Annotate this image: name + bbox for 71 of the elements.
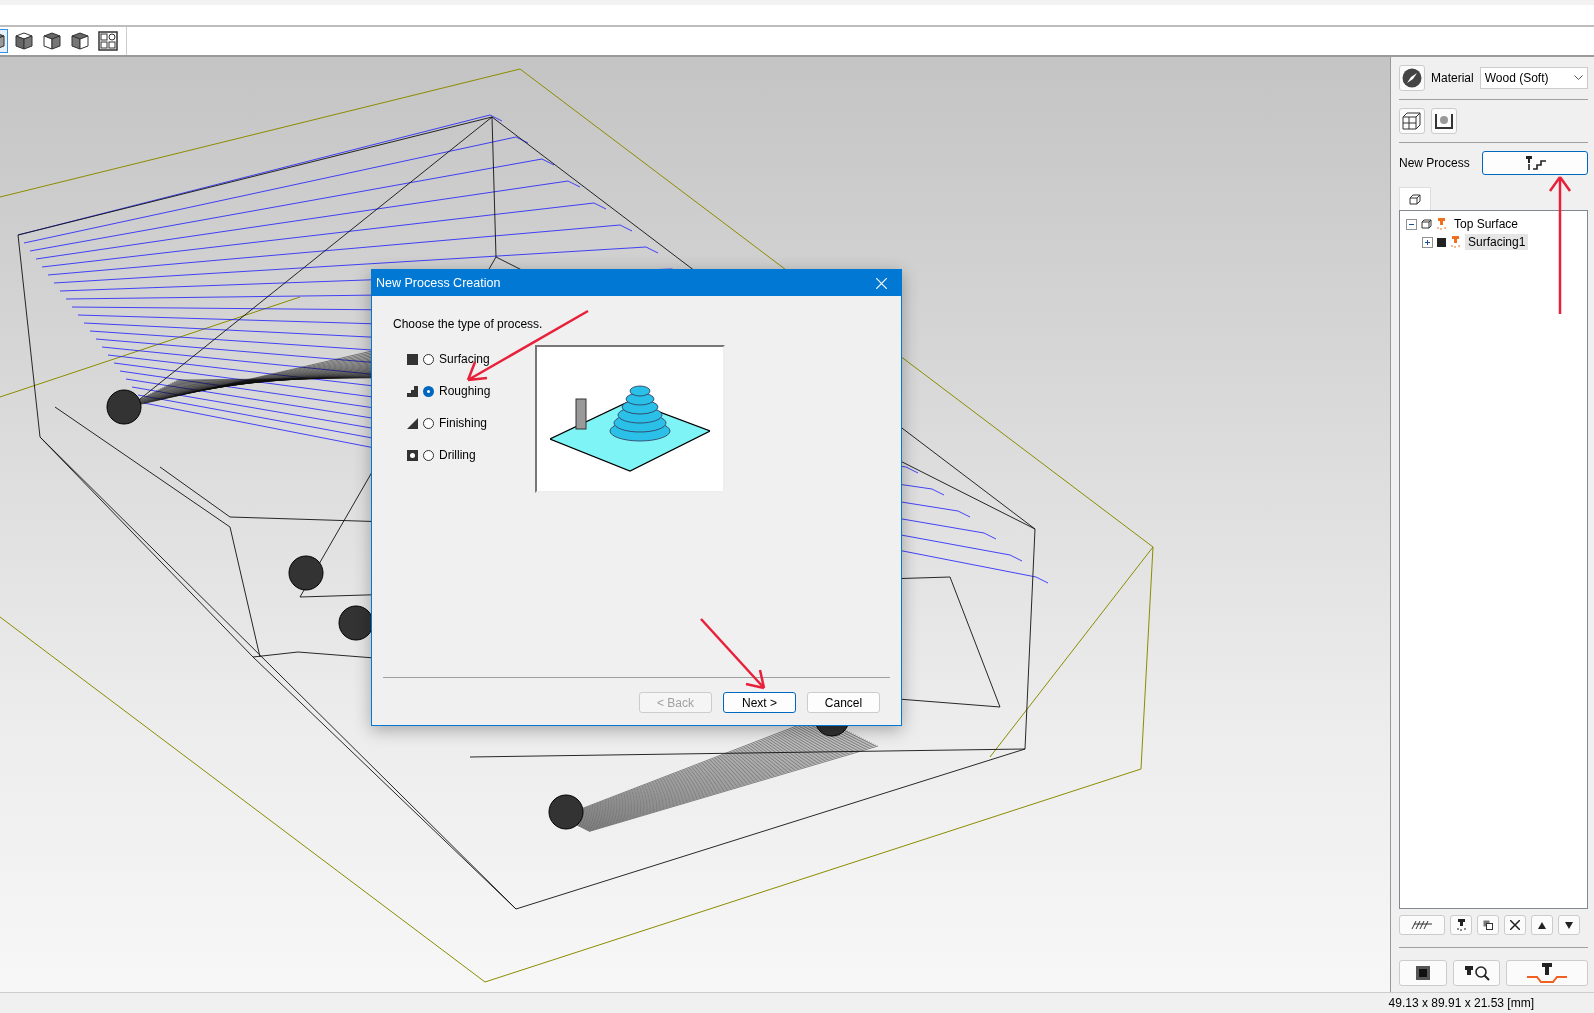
dialog-button[interactable]: Cancel — [807, 692, 880, 713]
radio-button[interactable] — [423, 385, 434, 397]
close-icon — [1510, 920, 1520, 930]
radio-button[interactable] — [423, 449, 434, 461]
option-label[interactable]: Roughing — [439, 384, 491, 398]
delete-button[interactable] — [1504, 915, 1526, 935]
drilling-icon — [407, 449, 418, 461]
tree-expander[interactable] — [1422, 236, 1433, 248]
square-icon — [1437, 237, 1446, 247]
tree-item[interactable]: Top Surface — [1451, 216, 1522, 232]
copy-icon — [1483, 920, 1493, 930]
move-up-button[interactable] — [1531, 915, 1553, 935]
move-down-button[interactable] — [1558, 915, 1580, 935]
option-label[interactable]: Drilling — [439, 448, 476, 462]
tool-icon — [1455, 919, 1467, 931]
material-label: Material — [1431, 71, 1474, 85]
toolpath-button[interactable] — [1399, 915, 1445, 935]
view-button[interactable] — [96, 29, 120, 53]
tool-check-button[interactable] — [1450, 915, 1472, 935]
stock-view-button[interactable] — [1399, 960, 1447, 986]
annotation-arrow — [700, 618, 766, 690]
square-icon — [1415, 966, 1430, 980]
tool-magnifier-icon — [1463, 965, 1490, 981]
cube-icon — [42, 31, 62, 51]
dialog-title: New Process Creation — [376, 276, 501, 290]
view-button[interactable] — [40, 29, 64, 53]
finishing-icon — [407, 417, 418, 429]
stock-button[interactable] — [1399, 108, 1425, 134]
model-button[interactable] — [1431, 108, 1457, 134]
material-button[interactable] — [1399, 65, 1425, 91]
sphere-drawing — [288, 555, 324, 591]
hatch-icon — [1411, 920, 1433, 930]
surfacing-icon — [407, 353, 418, 365]
material-select[interactable]: Wood (Soft) — [1479, 67, 1588, 89]
chevron-down-icon — [1574, 75, 1583, 81]
option-label[interactable]: Surfacing — [439, 352, 490, 366]
sphere-drawing — [338, 605, 374, 641]
tool-cutting-icon — [1527, 963, 1568, 983]
dialog-prompt: Choose the type of process. — [393, 317, 544, 331]
triangle-down-icon — [1565, 921, 1573, 929]
view-button[interactable] — [68, 29, 92, 53]
tool-icon — [1436, 218, 1447, 230]
sphere-drawing — [106, 389, 142, 425]
triangle-up-icon — [1538, 921, 1546, 929]
cube-icon — [14, 31, 34, 51]
plus-icon — [1423, 237, 1432, 247]
compass-icon — [1402, 68, 1422, 88]
new-process-label: New Process — [1399, 156, 1470, 170]
view-layout-icon — [98, 31, 118, 51]
tree-item[interactable]: Surfacing1 — [1465, 234, 1529, 250]
copy-button[interactable] — [1477, 915, 1499, 935]
radio-button[interactable] — [423, 417, 434, 429]
tool-icon — [1450, 236, 1461, 248]
roughing-icon — [407, 385, 418, 397]
tree-tab[interactable] — [1399, 187, 1431, 210]
tool-search-button[interactable] — [1452, 960, 1501, 986]
option-label[interactable]: Finishing — [439, 416, 488, 430]
dimensions-readout: 49.13 x 89.91 x 21.53 [mm] — [1388, 996, 1534, 1010]
simulate-button[interactable] — [1506, 960, 1588, 986]
cube-icon — [1409, 193, 1421, 205]
dialog-button[interactable]: Next > — [723, 692, 796, 713]
sphere-in-tray-icon — [1435, 113, 1453, 129]
tree-expander[interactable] — [1406, 218, 1417, 230]
cube-icon — [1421, 219, 1432, 229]
box-icon — [1402, 112, 1422, 130]
new-process-button[interactable] — [1481, 151, 1588, 175]
close-icon — [875, 277, 887, 289]
sphere-drawing — [548, 794, 584, 830]
view-button[interactable] — [12, 29, 36, 53]
radio-button[interactable] — [423, 353, 434, 365]
cube-icon — [70, 31, 90, 51]
